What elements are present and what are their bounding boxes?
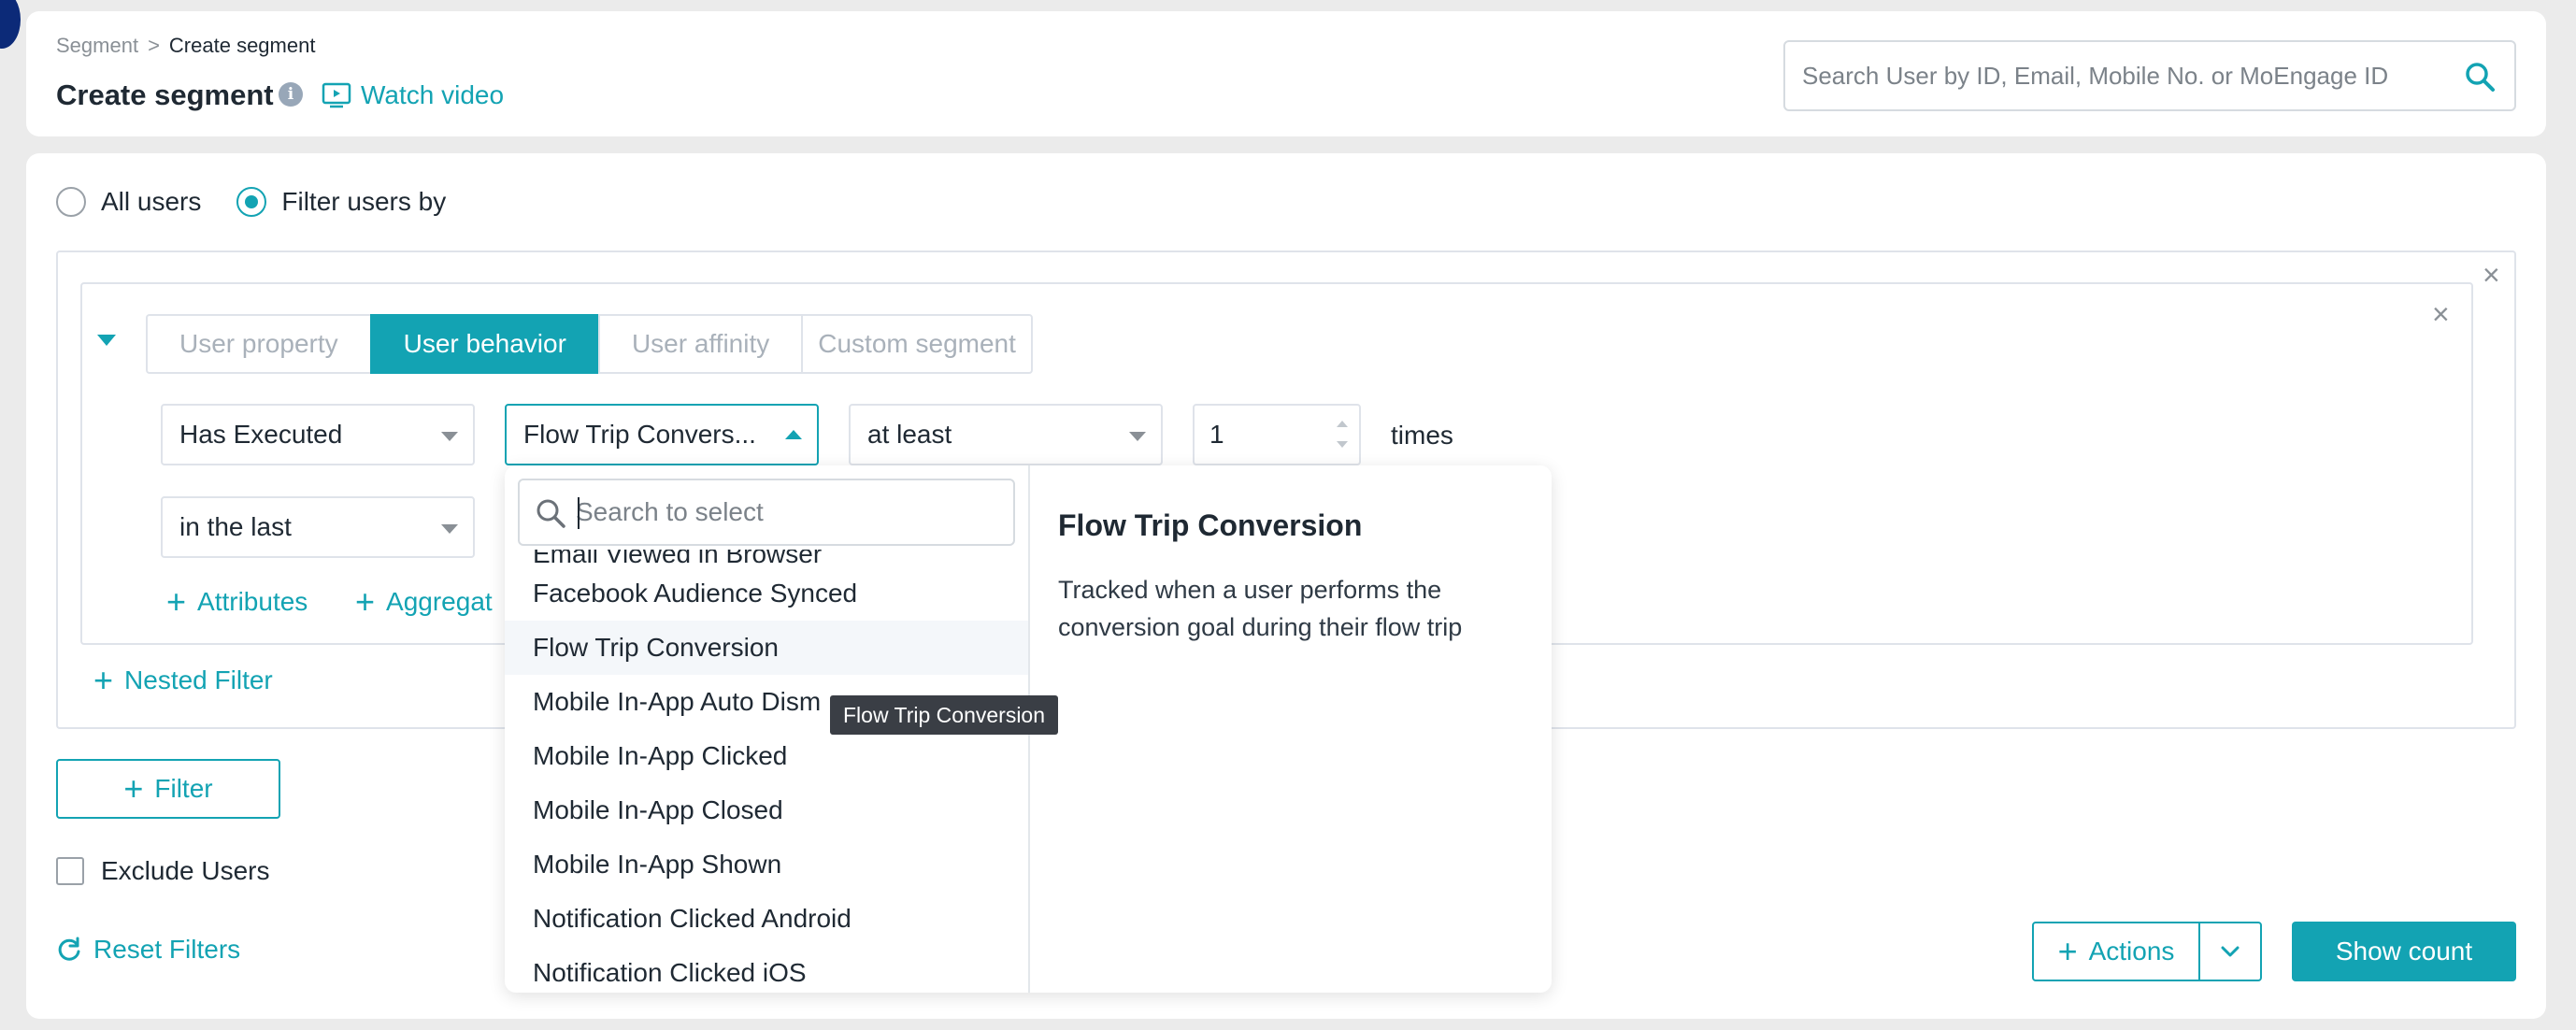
add-attributes-link[interactable]: + Attributes [166,582,308,621]
attributes-label: Attributes [197,587,308,616]
decrement-icon[interactable] [1337,441,1348,448]
event-list[interactable]: Email Viewed in Browser Facebook Audienc… [505,550,1028,993]
page-title: Create segment [56,79,274,111]
execution-select-value: Has Executed [179,420,343,449]
watch-video-label: Watch video [361,80,505,109]
event-option[interactable]: Mobile In-App Closed [505,783,1028,837]
exclude-users-label[interactable]: Exclude Users [101,856,270,886]
refresh-icon [58,937,80,961]
event-detail-description: Tracked when a user performs the convers… [1058,576,1463,641]
add-filter-button[interactable]: + Filter [56,759,280,819]
add-filter-label: Filter [154,774,213,803]
event-option[interactable]: Mobile In-App Clicked [505,729,1028,783]
all-users-label[interactable]: All users [101,187,201,217]
chevron-down-icon [1129,432,1146,441]
actions-label: Actions [2088,937,2175,966]
reset-filters-link[interactable]: Reset Filters [56,935,240,965]
actions-dropdown-toggle[interactable] [2200,923,2260,980]
tab-user-affinity[interactable]: User affinity [597,314,802,374]
collapse-arrow-icon[interactable] [97,335,116,346]
event-option-highlighted[interactable]: Flow Trip Conversion [505,621,1028,675]
exclude-users-checkbox[interactable] [56,857,84,885]
tab-user-property[interactable]: User property [146,314,370,374]
search-icon [537,499,565,528]
event-option[interactable]: Facebook Audience Synced [505,566,1028,621]
reset-filters-label: Reset Filters [93,935,241,964]
plus-icon: + [355,582,376,621]
increment-icon[interactable] [1337,421,1348,427]
search-icon[interactable] [2464,61,2496,93]
filter-users-label[interactable]: Filter users by [281,187,446,217]
frequency-select-value: at least [867,420,952,449]
nested-filter-link[interactable]: + Nested Filter [93,661,273,699]
video-icon [322,82,351,108]
time-range-select-value: in the last [179,512,292,541]
times-label: times [1391,421,1453,450]
text-cursor [578,497,580,529]
tab-custom-segment[interactable]: Custom segment [801,314,1033,374]
event-select-value: Flow Trip Convers... [523,420,756,449]
close-filter-group-icon[interactable]: × [2483,258,2500,293]
actions-button[interactable]: + Actions [2034,923,2200,980]
plus-icon: + [166,582,187,621]
count-input[interactable] [1195,406,1307,464]
watch-video-link[interactable]: Watch video [322,80,504,110]
filter-users-radio[interactable] [236,187,267,217]
user-search-box [1783,40,2516,111]
breadcrumb-segment-link[interactable]: Segment [56,34,138,58]
event-detail-panel: Flow Trip Conversion Tracked when a user… [1032,465,1552,993]
add-aggregation-link[interactable]: + Aggregat [355,582,493,621]
breadcrumb: Segment > Create segment [56,34,315,58]
plus-icon: + [123,769,144,808]
corner-badge [0,0,21,49]
actions-split-button: + Actions [2032,922,2262,981]
event-tooltip: Flow Trip Conversion [830,695,1059,735]
aggregation-label: Aggregat [386,587,493,616]
event-select[interactable]: Flow Trip Convers... [505,404,819,465]
filter-type-tabs: User property User behavior User affinit… [146,314,1033,374]
plus-icon: + [2057,932,2078,970]
chevron-down-icon [441,524,458,534]
show-count-button[interactable]: Show count [2292,922,2516,981]
event-search-box [518,479,1015,546]
audience-radio-group: All users Filter users by [56,187,481,217]
breadcrumb-current: Create segment [168,34,316,57]
tab-user-behavior[interactable]: User behavior [369,314,598,374]
user-search-input[interactable] [1785,42,2440,109]
event-detail-title: Flow Trip Conversion [1058,508,1363,542]
chevron-up-icon [785,430,802,439]
exclude-users-row: Exclude Users [56,856,270,886]
info-icon[interactable]: i [279,82,303,107]
count-stepper [1193,404,1361,465]
plus-icon: + [93,661,114,699]
event-option-partial-bottom[interactable]: Notification Clicked iOS [505,946,1028,993]
event-option[interactable]: Notification Clicked Android [505,892,1028,946]
nested-filter-label: Nested Filter [124,665,273,694]
all-users-radio[interactable] [56,187,86,217]
breadcrumb-separator: > [148,34,160,57]
chevron-down-icon [441,432,458,441]
close-filter-icon[interactable]: × [2432,297,2450,332]
event-search-input[interactable] [576,480,1006,544]
frequency-select[interactable]: at least [849,404,1163,465]
event-option[interactable]: Mobile In-App Shown [505,837,1028,892]
chevron-down-icon [2221,946,2240,957]
time-range-select[interactable]: in the last [161,496,475,558]
execution-select[interactable]: Has Executed [161,404,475,465]
